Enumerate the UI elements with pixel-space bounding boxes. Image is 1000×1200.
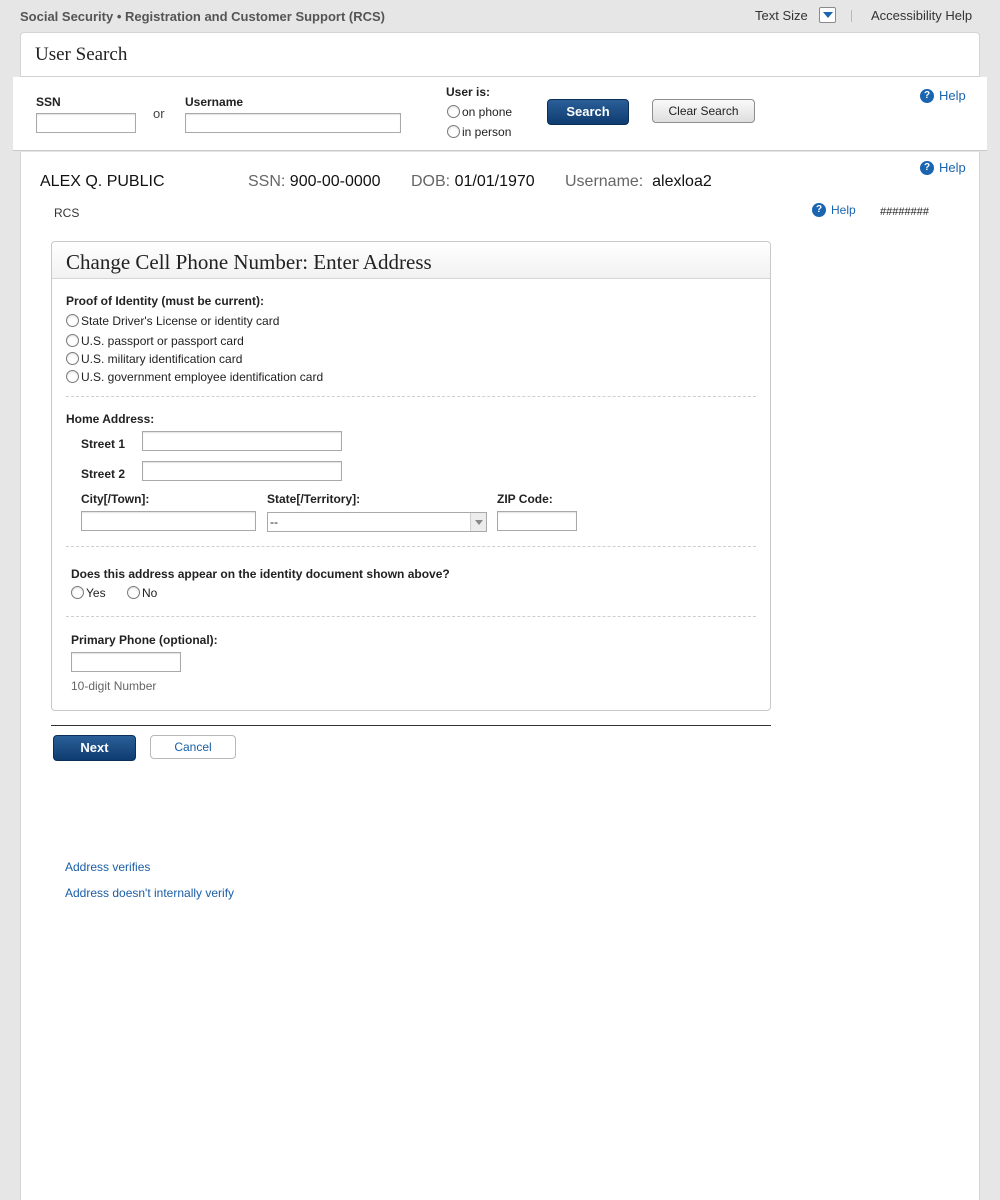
ssn-input[interactable]: [36, 113, 136, 133]
state-selected-value: --: [270, 515, 278, 529]
help-icon: ?: [920, 88, 934, 103]
context-help-link[interactable]: ? Help: [812, 203, 856, 217]
actions-divider: [51, 725, 771, 726]
state-select[interactable]: --: [267, 512, 487, 532]
phone-hint: 10-digit Number: [71, 679, 157, 693]
accessibility-help-link[interactable]: Accessibility Help: [871, 8, 972, 23]
street1-input[interactable]: [142, 431, 342, 451]
search-help-label: Help: [939, 88, 966, 103]
chevron-down-icon: [475, 520, 483, 525]
military-id-radio[interactable]: [66, 352, 79, 365]
or-label: or: [153, 106, 165, 121]
person-name: ALEX Q. PUBLIC: [40, 173, 165, 190]
proof-option-military-id[interactable]: U.S. military identification card: [66, 352, 242, 366]
main-page: User Search SSN or Username User is: on …: [13, 32, 987, 1200]
no-label: No: [142, 586, 158, 600]
in-person-option[interactable]: in person: [447, 125, 511, 139]
primary-phone-input[interactable]: [71, 652, 181, 672]
clear-search-button[interactable]: Clear Search: [652, 99, 755, 123]
street1-label: Street 1: [81, 437, 126, 451]
divider: [851, 10, 852, 22]
home-address-label: Home Address:: [66, 412, 155, 426]
no-radio[interactable]: [127, 586, 140, 599]
dob-key: DOB:: [411, 173, 451, 190]
username-label: Username: [185, 95, 244, 109]
zip-label: ZIP Code:: [497, 492, 553, 506]
text-size-dropdown[interactable]: [819, 7, 836, 23]
help-icon: ?: [812, 203, 826, 217]
app-code: RCS: [54, 206, 80, 220]
search-button[interactable]: Search: [547, 99, 629, 125]
address-no-option[interactable]: No: [127, 586, 157, 600]
dob-value: 01/01/1970: [454, 173, 535, 190]
address-not-verify-link[interactable]: Address doesn't internally verify: [65, 886, 234, 900]
ssn-value: 900-00-0000: [289, 173, 381, 190]
person-username: Username: alexloa2: [565, 173, 712, 191]
page-title: User Search: [35, 44, 128, 65]
username-value: alexloa2: [652, 173, 712, 190]
gov-employee-id-radio[interactable]: [66, 370, 79, 383]
in-person-radio[interactable]: [447, 125, 460, 138]
proof-option-passport[interactable]: U.S. passport or passport card: [66, 334, 244, 348]
proof-option-gov-employee-id[interactable]: U.S. government employee identification …: [66, 370, 323, 384]
on-phone-label: on phone: [462, 105, 513, 119]
proof-of-identity-label: Proof of Identity (must be current):: [66, 294, 264, 308]
context-help-label: Help: [831, 203, 856, 217]
reference-code: ########: [880, 206, 929, 218]
street2-label: Street 2: [81, 467, 126, 481]
app-title: Social Security • Registration and Custo…: [20, 9, 385, 24]
cancel-button[interactable]: Cancel: [150, 735, 236, 759]
chevron-down-icon: [823, 12, 833, 18]
drivers-license-radio[interactable]: [66, 314, 79, 327]
zip-input[interactable]: [497, 511, 577, 531]
address-question: Does this address appear on the identity…: [71, 567, 450, 581]
yes-label: Yes: [86, 586, 106, 600]
city-label: City[/Town]:: [81, 492, 150, 506]
section-divider: [66, 546, 756, 547]
search-help-link[interactable]: ? Help: [920, 88, 966, 103]
section-divider: [66, 616, 756, 617]
username-key: Username:: [565, 173, 644, 190]
passport-label: U.S. passport or passport card: [81, 334, 244, 348]
next-button[interactable]: Next: [53, 735, 136, 761]
ssn-label: SSN: [36, 95, 61, 109]
address-verifies-link[interactable]: Address verifies: [65, 860, 150, 874]
primary-phone-label: Primary Phone (optional):: [71, 633, 218, 647]
yes-radio[interactable]: [71, 586, 84, 599]
text-size-label: Text Size: [755, 8, 808, 23]
drivers-license-label: State Driver's License or identity card: [81, 314, 280, 328]
city-input[interactable]: [81, 511, 256, 531]
on-phone-option[interactable]: on phone: [447, 105, 512, 119]
person-dob: DOB: 01/01/1970: [411, 173, 535, 191]
user-search-bar: SSN or Username User is: on phone in per…: [13, 77, 987, 151]
username-input[interactable]: [185, 113, 401, 133]
on-phone-radio[interactable]: [447, 105, 460, 118]
person-help-label: Help: [939, 160, 966, 175]
user-is-label: User is:: [446, 85, 491, 99]
dropdown-arrow: [470, 513, 486, 531]
passport-radio[interactable]: [66, 334, 79, 347]
person-ssn: SSN: 900-00-0000: [248, 173, 381, 191]
panel-title: Change Cell Phone Number: Enter Address: [66, 250, 432, 274]
address-yes-option[interactable]: Yes: [71, 586, 106, 600]
military-id-label: U.S. military identification card: [81, 352, 243, 366]
state-label: State[/Territory]:: [267, 492, 361, 506]
proof-option-drivers-license[interactable]: State Driver's License or identity card: [66, 314, 279, 328]
top-bar: Social Security • Registration and Custo…: [0, 0, 1000, 32]
panel-header: Change Cell Phone Number: Enter Address: [52, 242, 770, 279]
ssn-key: SSN:: [248, 173, 286, 190]
section-divider: [66, 396, 756, 397]
help-icon: ?: [920, 160, 934, 175]
change-phone-panel: Change Cell Phone Number: Enter Address …: [51, 241, 771, 711]
street2-input[interactable]: [142, 461, 342, 481]
gov-employee-id-label: U.S. government employee identification …: [81, 370, 324, 384]
page-header: User Search: [21, 33, 979, 77]
in-person-label: in person: [462, 125, 512, 139]
person-help-link[interactable]: ? Help: [920, 160, 966, 175]
